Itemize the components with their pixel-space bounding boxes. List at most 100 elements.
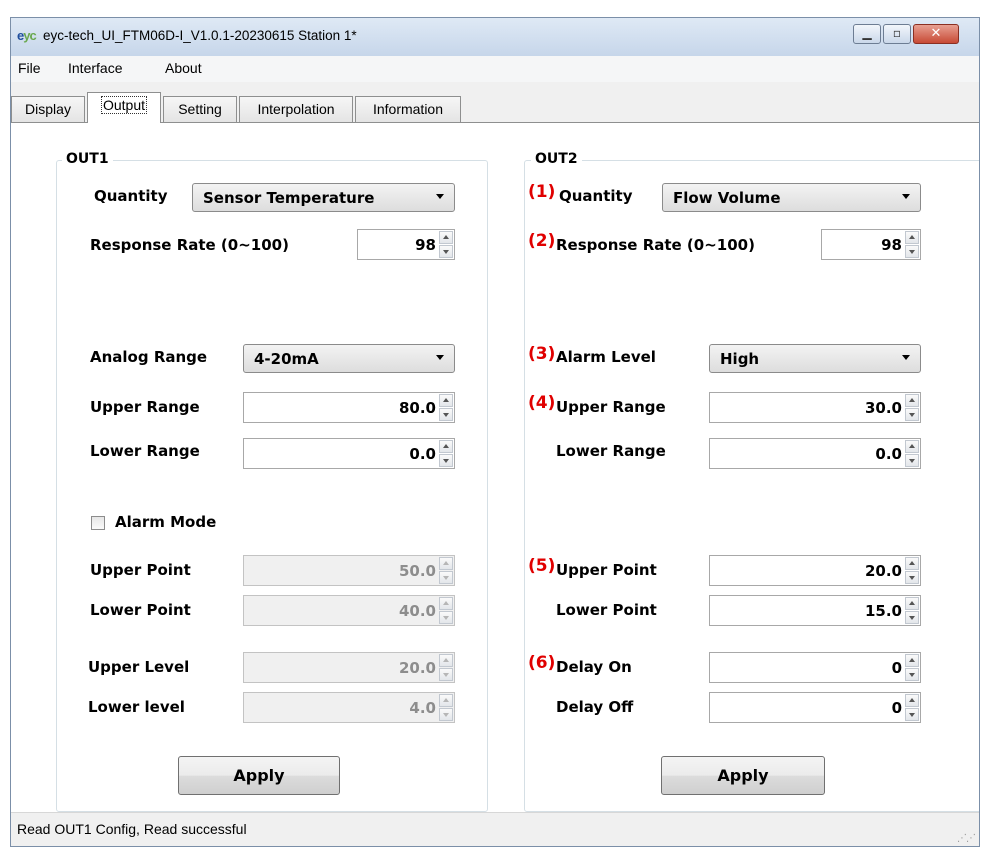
close-button[interactable]: ✕ xyxy=(913,24,959,44)
out1-upper-range-spinbox[interactable]: 80.0 xyxy=(243,392,455,423)
spin-down-icon[interactable] xyxy=(905,708,919,721)
spin-up-icon[interactable] xyxy=(905,654,919,667)
out1-response-rate-spinbox[interactable]: 98 xyxy=(357,229,455,260)
spin-down-icon[interactable] xyxy=(905,245,919,258)
out2-title: OUT2 xyxy=(531,151,582,167)
out1-apply-button[interactable]: Apply xyxy=(178,756,340,795)
out1-quantity-value: Sensor Temperature xyxy=(203,189,375,207)
out1-lower-range-spinbox[interactable]: 0.0 xyxy=(243,438,455,469)
tab-output[interactable]: Output xyxy=(87,92,161,123)
out1-response-rate-label: Response Rate (0~100) xyxy=(90,236,289,254)
out1-lower-level-value: 4.0 xyxy=(409,699,436,717)
out1-lower-point-spinbox: 40.0 xyxy=(243,595,455,626)
out2-alarm-level-select[interactable]: High xyxy=(709,344,921,373)
out1-upper-point-spinbox: 50.0 xyxy=(243,555,455,586)
out1-quantity-select[interactable]: Sensor Temperature xyxy=(192,183,455,212)
spin-up-icon[interactable] xyxy=(905,597,919,610)
annotation-marker-3: (3) xyxy=(528,344,556,364)
spin-down-icon[interactable] xyxy=(905,408,919,421)
spin-up-icon[interactable] xyxy=(439,440,453,453)
chevron-down-icon xyxy=(902,355,910,360)
spin-down-icon[interactable] xyxy=(905,454,919,467)
spin-up-icon xyxy=(439,654,453,667)
menu-interface[interactable]: Interface xyxy=(68,60,122,76)
menu-file[interactable]: File xyxy=(18,60,41,76)
tab-display[interactable]: Display xyxy=(11,96,85,122)
out2-delay-off-spinbox[interactable]: 0 xyxy=(709,692,921,723)
annotation-marker-1: (1) xyxy=(528,182,556,202)
out2-lower-point-value: 15.0 xyxy=(864,602,902,620)
app-window: eyc eyc-tech_UI_FTM06D-I_V1.0.1-20230615… xyxy=(10,17,980,847)
spin-up-icon xyxy=(439,557,453,570)
spin-up-icon[interactable] xyxy=(905,440,919,453)
menu-about[interactable]: About xyxy=(165,60,202,76)
out1-upper-level-label: Upper Level xyxy=(88,658,190,676)
out2-lower-range-label: Lower Range xyxy=(556,442,666,460)
out2-delay-on-label: Delay On xyxy=(556,658,632,676)
out1-analog-range-label: Analog Range xyxy=(90,348,208,366)
out1-upper-point-label: Upper Point xyxy=(90,561,191,579)
out2-upper-range-spinbox[interactable]: 30.0 xyxy=(709,392,921,423)
resize-grip-icon[interactable]: ⋰⋰ xyxy=(957,833,976,844)
spin-down-icon xyxy=(439,571,453,584)
out2-lower-point-spinbox[interactable]: 15.0 xyxy=(709,595,921,626)
annotation-marker-4: (4) xyxy=(528,393,556,413)
out2-apply-button[interactable]: Apply xyxy=(661,756,825,795)
spin-up-icon[interactable] xyxy=(439,394,453,407)
spin-up-icon[interactable] xyxy=(905,231,919,244)
out1-upper-range-label: Upper Range xyxy=(90,398,200,416)
out1-upper-point-value: 50.0 xyxy=(398,562,436,580)
spin-up-icon[interactable] xyxy=(905,557,919,570)
out1-lower-level-spinbox: 4.0 xyxy=(243,692,455,723)
annotation-marker-2: (2) xyxy=(528,231,556,251)
out2-alarm-level-value: High xyxy=(720,350,760,368)
out1-lower-point-label: Lower Point xyxy=(90,601,191,619)
chevron-down-icon xyxy=(436,194,444,199)
out2-lower-range-spinbox[interactable]: 0.0 xyxy=(709,438,921,469)
spin-up-icon xyxy=(439,694,453,707)
tab-information[interactable]: Information xyxy=(355,96,461,122)
spin-down-icon xyxy=(439,708,453,721)
out2-alarm-level-label: Alarm Level xyxy=(556,348,656,366)
annotation-marker-6: (6) xyxy=(528,653,556,673)
window-title: eyc-tech_UI_FTM06D-I_V1.0.1-20230615 Sta… xyxy=(43,28,357,43)
out1-alarm-mode-checkbox[interactable] xyxy=(91,516,105,530)
spin-down-icon[interactable] xyxy=(439,245,453,258)
spin-up-icon[interactable] xyxy=(439,231,453,244)
out2-delay-on-value: 0 xyxy=(891,659,902,677)
output-tab-panel: OUT1 Quantity Sensor Temperature Respons… xyxy=(11,122,979,813)
minimize-button[interactable]: ▁ xyxy=(853,24,881,44)
spin-down-icon[interactable] xyxy=(905,668,919,681)
spin-up-icon[interactable] xyxy=(905,694,919,707)
out1-upper-level-spinbox: 20.0 xyxy=(243,652,455,683)
out2-quantity-select[interactable]: Flow Volume xyxy=(662,183,921,212)
out2-delay-off-value: 0 xyxy=(891,699,902,717)
out2-quantity-label: Quantity xyxy=(559,187,633,205)
title-bar[interactable]: eyc eyc-tech_UI_FTM06D-I_V1.0.1-20230615… xyxy=(11,18,979,56)
maximize-button[interactable]: ▫ xyxy=(883,24,911,44)
spin-down-icon xyxy=(439,611,453,624)
out2-upper-range-value: 30.0 xyxy=(864,399,902,417)
spin-down-icon[interactable] xyxy=(905,571,919,584)
out2-upper-point-spinbox[interactable]: 20.0 xyxy=(709,555,921,586)
out1-lower-range-value: 0.0 xyxy=(409,445,436,463)
spin-down-icon[interactable] xyxy=(905,611,919,624)
out1-analog-range-value: 4-20mA xyxy=(254,350,319,368)
menu-bar: File Interface About xyxy=(11,56,979,82)
out1-response-rate-value: 98 xyxy=(415,236,436,254)
out2-delay-on-spinbox[interactable]: 0 xyxy=(709,652,921,683)
out2-response-rate-value: 98 xyxy=(881,236,902,254)
tab-interpolation[interactable]: Interpolation xyxy=(239,96,353,122)
out1-analog-range-select[interactable]: 4-20mA xyxy=(243,344,455,373)
out2-upper-range-label: Upper Range xyxy=(556,398,666,416)
spin-down-icon[interactable] xyxy=(439,408,453,421)
tab-setting[interactable]: Setting xyxy=(163,96,237,122)
minimize-icon: ▁ xyxy=(862,26,872,40)
annotation-marker-5: (5) xyxy=(528,556,556,576)
spin-up-icon xyxy=(439,597,453,610)
spin-up-icon[interactable] xyxy=(905,394,919,407)
out2-response-rate-spinbox[interactable]: 98 xyxy=(821,229,921,260)
out1-group: OUT1 Quantity Sensor Temperature Respons… xyxy=(56,151,488,812)
out2-lower-point-label: Lower Point xyxy=(556,601,657,619)
spin-down-icon[interactable] xyxy=(439,454,453,467)
